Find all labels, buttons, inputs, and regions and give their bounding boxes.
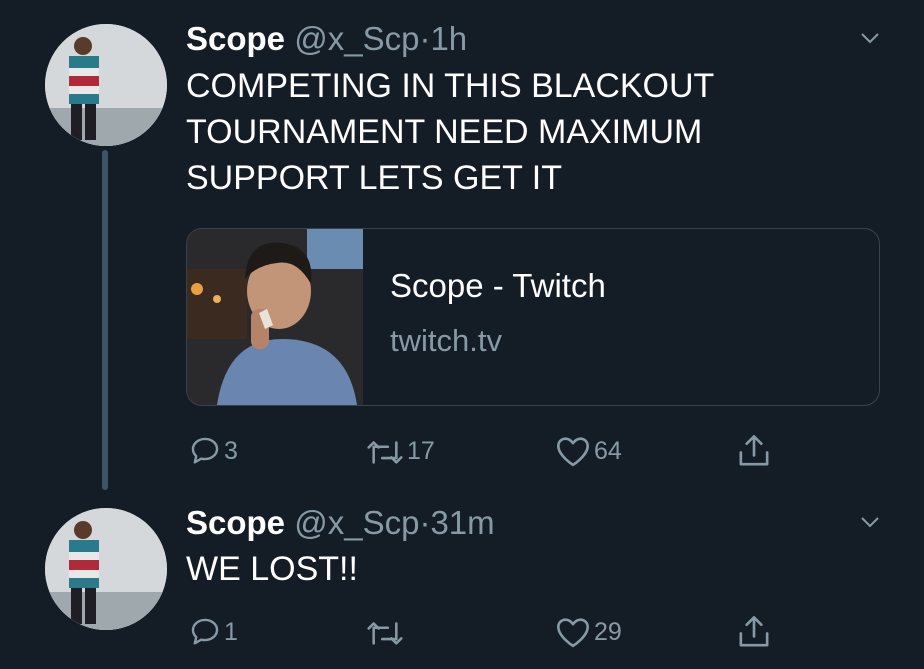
avatar[interactable]: [45, 24, 167, 146]
tweet-text-line: WE LOST!!: [186, 550, 358, 588]
avatar-photo: [45, 508, 167, 630]
share-upload-icon: [739, 616, 769, 647]
speech-bubble-icon: [191, 437, 219, 464]
speech-bubble-icon: [191, 618, 219, 645]
tweet-text-line: TOURNAMENT NEED MAXIMUM: [186, 113, 703, 151]
username[interactable]: @x_Scp: [294, 504, 419, 541]
avatar[interactable]: [45, 508, 167, 630]
reply-count: 3: [224, 436, 238, 465]
card-domain: twitch.tv: [390, 323, 502, 358]
retweet-arrows-icon: [367, 622, 403, 645]
heart-icon: [557, 618, 589, 648]
display-name[interactable]: Scope: [186, 504, 285, 541]
heart-icon: [557, 437, 589, 467]
tweet-text: WE LOST!!: [186, 546, 358, 592]
retweet-button[interactable]: [365, 615, 407, 649]
tweet-header: Scope @x_Scp·1h: [186, 20, 467, 58]
tweet-header: Scope @x_Scp·31m: [186, 504, 495, 542]
reply-count: 1: [224, 617, 238, 646]
tweet-2[interactable]: Scope @x_Scp·31m WE LOST!! 1 29: [0, 500, 924, 669]
tweet-text-line: COMPETING IN THIS BLACKOUT: [186, 67, 715, 105]
card-thumbnail-image: [187, 229, 363, 405]
username[interactable]: @x_Scp: [294, 20, 419, 57]
meta-separator: ·: [419, 504, 431, 541]
share-button[interactable]: [736, 613, 772, 651]
retweet-count: 17: [407, 436, 435, 465]
meta-separator: ·: [419, 20, 431, 57]
reply-button[interactable]: 1: [188, 615, 238, 649]
like-count: 64: [594, 436, 622, 465]
avatar-photo: [45, 24, 167, 146]
like-button[interactable]: 29: [554, 615, 622, 649]
tweet-text-line: SUPPORT LETS GET IT: [186, 159, 562, 197]
thread-connector-line: [102, 150, 108, 490]
retweet-arrows-icon: [367, 441, 403, 464]
like-button[interactable]: 64: [554, 434, 622, 468]
tweet-text: COMPETING IN THIS BLACKOUT TOURNAMENT NE…: [186, 63, 714, 201]
like-count: 29: [594, 617, 622, 646]
card-title: Scope - Twitch: [390, 267, 606, 304]
share-upload-icon: [739, 435, 769, 466]
share-button[interactable]: [736, 432, 772, 470]
timestamp[interactable]: 31m: [430, 504, 494, 541]
link-preview-card[interactable]: Scope - Twitch twitch.tv: [186, 228, 880, 406]
chevron-down-icon[interactable]: [858, 510, 882, 534]
reply-button[interactable]: 3: [188, 434, 238, 468]
timestamp[interactable]: 1h: [430, 20, 467, 57]
tweet-1[interactable]: Scope @x_Scp·1h COMPETING IN THIS BLACKO…: [0, 0, 924, 500]
display-name[interactable]: Scope: [186, 20, 285, 57]
chevron-down-icon[interactable]: [858, 26, 882, 50]
retweet-button[interactable]: 17: [365, 434, 435, 468]
